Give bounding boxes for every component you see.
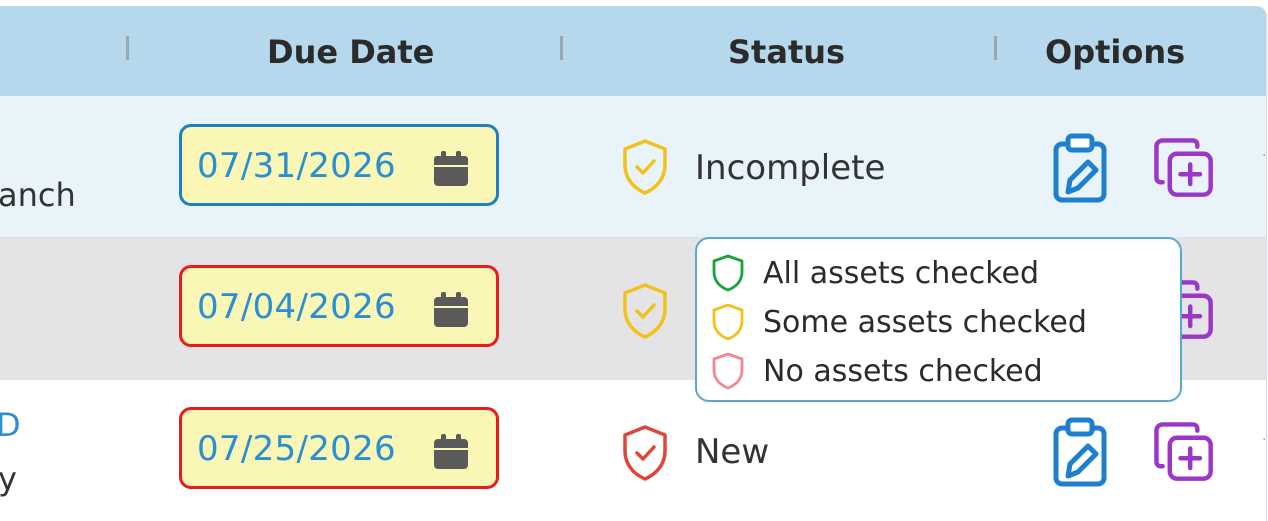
- calendar-icon[interactable]: [430, 148, 472, 190]
- shield-check-icon: [623, 283, 667, 339]
- due-date-value: 07/25/2026: [197, 429, 396, 469]
- column-resize-handle[interactable]: [994, 36, 997, 60]
- status-label: New: [695, 432, 770, 472]
- row-edge-mark: ·: [1262, 148, 1267, 164]
- status-label: Incomplete: [695, 148, 886, 188]
- shield-pink-icon: [712, 352, 744, 390]
- due-date-field[interactable]: 07/04/2026: [179, 265, 499, 347]
- clipboard-edit-icon[interactable]: [1048, 416, 1112, 488]
- copy-add-icon[interactable]: [1152, 132, 1216, 204]
- due-date-field[interactable]: 07/31/2026: [179, 124, 499, 206]
- legend-item-none-checked: No assets checked: [711, 351, 1043, 391]
- legend-label: No assets checked: [763, 353, 1043, 389]
- row-name-text: anch: [0, 176, 76, 214]
- tasks-table: Due Date Status Options anch 07/31/2026: [0, 6, 1267, 521]
- column-header-status[interactable]: Status: [728, 33, 845, 71]
- calendar-icon[interactable]: [430, 289, 472, 331]
- page: Due Date Status Options anch 07/31/2026: [0, 0, 1268, 521]
- shield-yellow-icon: [712, 303, 744, 341]
- row-edge-mark: ·: [1262, 432, 1267, 448]
- due-date-value: 07/04/2026: [197, 287, 396, 327]
- clipboard-edit-icon[interactable]: [1048, 132, 1112, 204]
- column-resize-handle[interactable]: [560, 36, 563, 60]
- legend-item-some-checked: Some assets checked: [711, 302, 1087, 342]
- calendar-icon[interactable]: [430, 431, 472, 473]
- status-legend-tooltip: All assets checked Some assets checked N…: [695, 237, 1182, 402]
- column-header-due-date[interactable]: Due Date: [267, 33, 434, 71]
- column-header-options: Options: [1045, 33, 1186, 71]
- row-name-text: y: [0, 460, 17, 498]
- shield-check-icon: [623, 139, 667, 195]
- due-date-field[interactable]: 07/25/2026: [179, 407, 499, 489]
- legend-label: Some assets checked: [763, 304, 1087, 340]
- shield-green-icon: [712, 254, 744, 292]
- copy-add-icon[interactable]: [1152, 416, 1216, 488]
- table-row: anch 07/31/2026 Incomplete ·: [0, 96, 1266, 238]
- legend-item-all-checked: All assets checked: [711, 253, 1039, 293]
- legend-label: All assets checked: [763, 255, 1040, 291]
- row-link-text[interactable]: D: [0, 406, 21, 444]
- table-header: Due Date Status Options: [0, 6, 1266, 96]
- column-resize-handle[interactable]: [126, 36, 129, 60]
- shield-check-icon: [623, 425, 667, 481]
- due-date-value: 07/31/2026: [197, 146, 396, 186]
